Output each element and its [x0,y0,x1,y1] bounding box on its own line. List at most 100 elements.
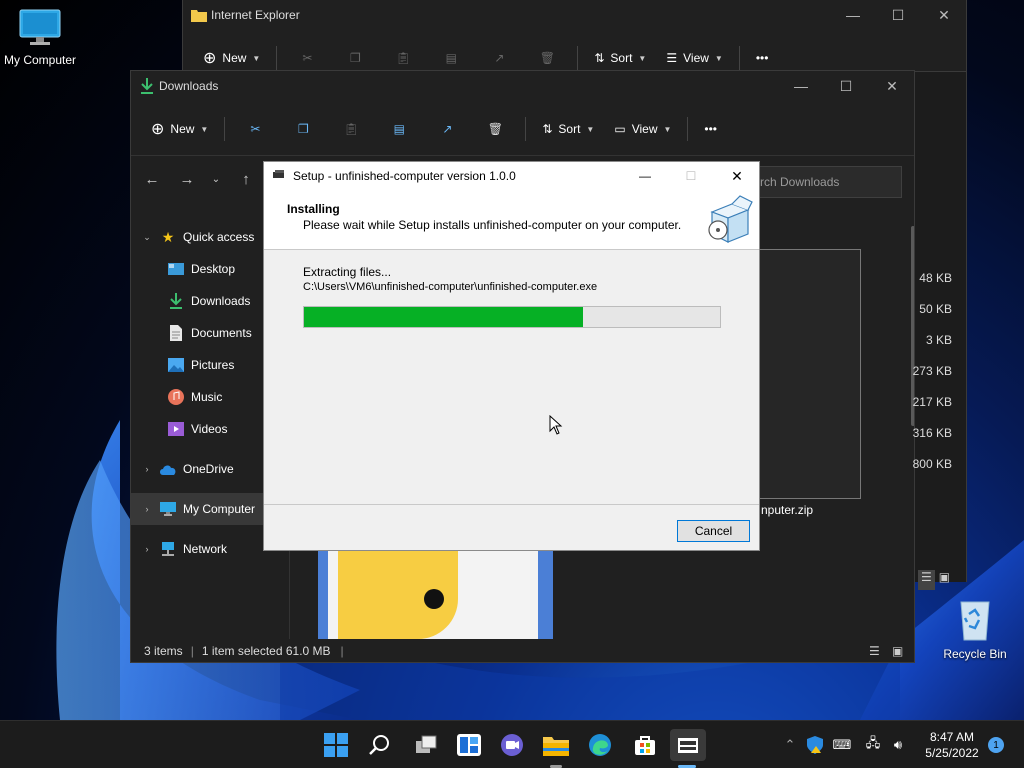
trash-icon: 🗑︎ [487,122,503,136]
file-name: nputer.zip [761,503,814,517]
mouse-cursor-icon [549,415,563,435]
nav-item-downloads[interactable]: Downloads [167,285,250,317]
delete-button[interactable]: 🗑︎ [523,42,571,71]
nav-item-onedrive[interactable]: › OneDrive [135,453,234,485]
paste-button[interactable]: 📋︎ [327,113,375,145]
minimize-icon: — [639,169,651,183]
task-view-button[interactable] [408,729,444,761]
nav-item-desktop[interactable]: Desktop [167,253,235,285]
file-size: 316 KB [912,426,952,440]
setup-titlebar: Setup - unfinished-computer version 1.0.… [264,162,759,190]
tiles-view-button[interactable]: ▣ [892,644,903,658]
notification-badge[interactable]: 1 [988,737,1004,753]
status-bar: 3 items | 1 item selected 61.0 MB | ☰ ▣ [144,644,904,658]
rename-button[interactable]: ▤ [375,113,423,145]
desktop-icon [167,261,185,277]
file-explorer-taskbar-button[interactable] [538,729,574,761]
view-button[interactable]: ☰ View ▼ [656,42,732,71]
tiles-view-icon[interactable]: ▣ [939,570,950,590]
forward-button[interactable]: → [176,171,198,188]
desktop-icon-my-computer[interactable]: My Computer [0,8,80,67]
size-column: 48 KB 50 KB 3 KB 273 KB 217 KB 316 KB 80… [908,268,952,485]
trash-icon: 🗑︎ [539,51,555,65]
minimize-button[interactable]: — [830,0,876,30]
copy-button[interactable]: ❐ [279,113,327,145]
nav-item-label: Downloads [191,294,251,308]
desktop-icon-recycle-bin[interactable]: Recycle Bin [935,598,1015,661]
share-button[interactable]: ↗ [475,42,523,71]
toolbar-divider [687,117,689,141]
more-button[interactable]: ••• [746,42,779,71]
task-view-icon [416,735,437,753]
more-button[interactable]: ••• [694,113,727,145]
details-view-button[interactable]: ☰ [869,644,880,658]
nav-item-documents[interactable]: Documents [167,317,252,349]
nav-item-label: My Computer [183,502,256,516]
file-size: 50 KB [919,302,952,316]
sort-icon: ⇅ [594,51,605,65]
sort-button[interactable]: ⇅ Sort ▼ [584,42,656,71]
python-thumbnail [318,549,553,639]
tiles-view-icon: ▣ [892,644,904,658]
delete-button[interactable]: 🗑︎ [471,113,519,145]
clock[interactable]: 8:47 AM 5/25/2022 [918,729,986,761]
close-button[interactable]: ✕ [921,0,966,30]
chevron-down-icon: ⌄ [211,174,221,185]
setup-dialog: Setup - unfinished-computer version 1.0.… [263,161,760,551]
start-button[interactable] [318,729,354,761]
back-button[interactable]: ← [141,171,163,188]
edge-button[interactable] [582,729,618,761]
maximize-button[interactable]: ☐ [823,71,869,101]
nav-item-quick-access[interactable]: ⌄ ★ Quick access [135,221,254,253]
chevron-up-icon[interactable]: ⌃ [780,735,800,755]
share-button[interactable]: ↗ [423,113,471,145]
nav-item-pictures[interactable]: Pictures [167,349,234,381]
nav-item-network[interactable]: › Network [135,533,227,565]
setup-taskbar-button[interactable] [670,729,706,761]
chat-button[interactable] [494,729,530,761]
status-item-count: 3 items [144,644,183,658]
file-size: 217 KB [912,395,952,409]
widgets-button[interactable] [451,729,487,761]
file-explorer-icon [543,737,569,756]
rename-button[interactable]: ▤ [427,42,475,71]
cut-button[interactable]: ✂ [283,42,331,71]
details-view-icon[interactable]: ☰ [918,570,935,590]
setup-body: Extracting files... C:\Users\VM6\unfinis… [264,251,759,505]
recent-locations-button[interactable]: ⌄ [207,174,225,185]
file-size: 48 KB [919,271,952,285]
monitor-icon [19,9,61,45]
nav-item-videos[interactable]: Videos [167,413,227,445]
new-button[interactable]: ⊕ New ▼ [141,113,218,145]
keyboard-icon[interactable]: ⌨ [832,735,852,755]
setup-close-button[interactable]: ✕ [722,162,752,190]
maximize-button[interactable]: ☐ [875,0,921,30]
file-tile-selected[interactable] [745,249,861,499]
close-button[interactable]: ✕ [869,71,914,101]
plus-circle-icon: ⊕ [203,50,217,67]
new-label: New [170,122,195,136]
paste-button[interactable]: 📋︎ [379,42,427,71]
store-button[interactable] [627,729,663,761]
search-input[interactable]: rch Downloads [751,166,902,198]
chevron-down-icon: ▼ [586,124,595,134]
search-button[interactable] [362,729,398,761]
defender-icon[interactable] [805,735,825,755]
volume-icon[interactable]: 🔊︎ [888,735,908,755]
cut-button[interactable]: ✂ [231,113,279,145]
close-icon: ✕ [731,167,743,184]
view-button[interactable]: ▭ View ▼ [604,113,681,145]
star-icon: ★ [161,228,175,245]
install-box-icon [708,195,753,243]
up-button[interactable]: ↑ [235,171,257,188]
document-icon [167,325,185,341]
sort-button[interactable]: ⇅ Sort ▼ [532,113,604,145]
setup-minimize-button[interactable]: — [630,162,660,190]
copy-button[interactable]: ❐ [331,42,379,71]
network-status-icon[interactable]: 🖧︎ [863,735,883,755]
minimize-button[interactable]: — [778,71,824,101]
cancel-button[interactable]: Cancel [677,520,750,542]
new-button[interactable]: ⊕ New ▼ [193,42,270,71]
plus-circle-icon: ⊕ [151,121,165,138]
nav-item-music[interactable]: Music [167,381,222,413]
